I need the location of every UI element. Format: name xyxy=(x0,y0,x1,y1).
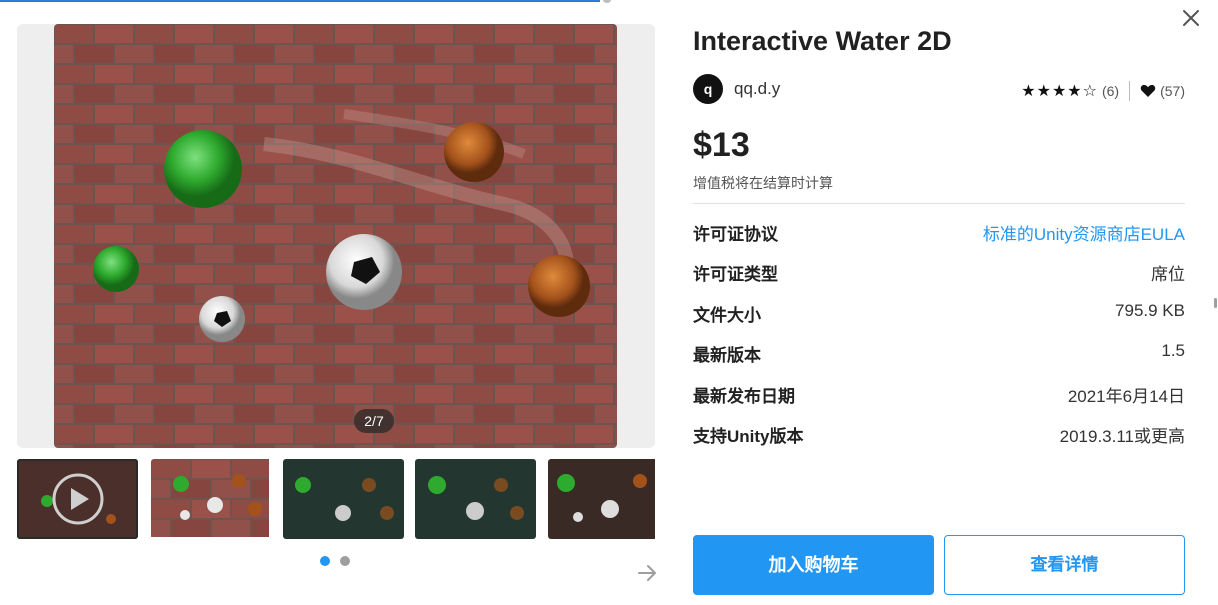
media-gallery: 2/7 xyxy=(17,24,655,448)
divider xyxy=(693,203,1185,204)
detail-value: 席位 xyxy=(1151,265,1185,284)
detail-row-unity-version: 支持Unity版本 2019.3.11或更高 xyxy=(693,422,1185,446)
thumbnail-strip xyxy=(17,459,655,539)
detail-value: 795.9 KB xyxy=(1115,301,1185,320)
detail-value: 2019.3.11或更高 xyxy=(1059,427,1185,446)
detail-value: 2021年6月14日 xyxy=(1067,387,1185,406)
tax-note: 增值税将在结算时计算 xyxy=(693,175,833,191)
detail-label: 最新发布日期 xyxy=(693,387,795,406)
rating-separator xyxy=(1129,81,1131,101)
thumb-2[interactable] xyxy=(151,459,272,539)
next-arrow-icon[interactable] xyxy=(636,562,658,584)
detail-label: 支持Unity版本 xyxy=(693,427,804,446)
product-title: Interactive Water 2D xyxy=(693,26,952,56)
detail-row-latest-version: 最新版本 1.5 xyxy=(693,341,1185,365)
add-to-cart-button[interactable]: 加入购物车 xyxy=(693,535,934,595)
main-screenshot[interactable]: 2/7 xyxy=(54,24,617,448)
license-agreement-link[interactable]: 标准的Unity资源商店EULA xyxy=(983,220,1185,245)
scroll-edge-marker xyxy=(1214,298,1217,308)
thumb-3[interactable] xyxy=(283,459,404,539)
close-icon[interactable] xyxy=(1181,8,1201,28)
pagination-dot-2[interactable] xyxy=(340,556,350,566)
view-details-button[interactable]: 查看详情 xyxy=(944,535,1185,595)
price: $13 xyxy=(693,126,750,164)
thumb-5[interactable] xyxy=(548,459,655,539)
rating-summary: ★★★★☆ (6) (57) xyxy=(1021,81,1185,101)
publisher-avatar[interactable]: q xyxy=(693,74,723,104)
top-progress-line xyxy=(0,0,600,2)
detail-row-release-date: 最新发布日期 2021年6月14日 xyxy=(693,382,1185,406)
detail-label: 许可证协议 xyxy=(693,225,778,244)
thumb-video[interactable] xyxy=(17,459,138,539)
rating-count[interactable]: (6) xyxy=(1102,83,1119,99)
image-counter: 2/7 xyxy=(354,409,394,433)
detail-row-file-size: 文件大小 795.9 KB xyxy=(693,301,1185,325)
detail-label: 许可证类型 xyxy=(693,265,778,284)
top-indicator xyxy=(603,0,611,3)
pagination-dot-1[interactable] xyxy=(320,556,330,566)
publisher-name[interactable]: qq.d.y xyxy=(734,79,780,99)
thumb-4[interactable] xyxy=(415,459,536,539)
favorites-count: (57) xyxy=(1160,83,1185,99)
rating-stars[interactable]: ★★★★☆ xyxy=(1021,81,1098,101)
detail-label: 文件大小 xyxy=(693,306,761,325)
detail-row-license-agreement: 许可证协议 标准的Unity资源商店EULA xyxy=(693,220,1185,244)
detail-label: 最新版本 xyxy=(693,346,761,365)
detail-row-license-type: 许可证类型 席位 xyxy=(693,260,1185,284)
heart-icon[interactable] xyxy=(1140,84,1156,98)
detail-value: 1.5 xyxy=(1161,341,1185,360)
